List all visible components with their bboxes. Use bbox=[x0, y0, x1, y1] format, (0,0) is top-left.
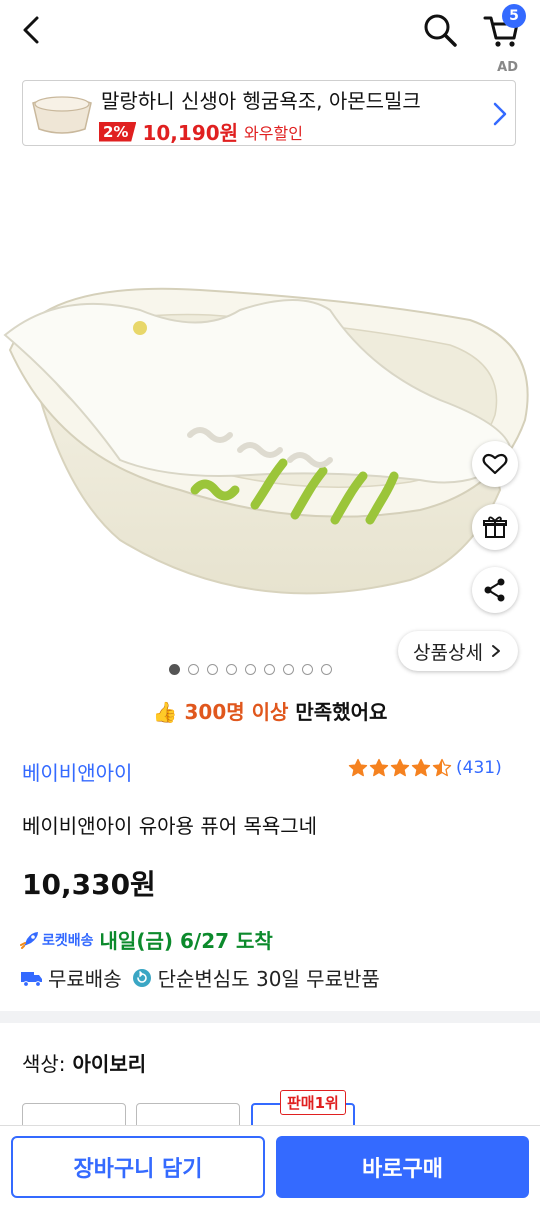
best-seller-badge: 판매1위 bbox=[280, 1090, 346, 1115]
chevron-right-icon bbox=[491, 645, 500, 657]
product-detail-label: 상품상세 bbox=[413, 641, 483, 664]
search-button[interactable] bbox=[420, 10, 460, 50]
pagination-dot[interactable] bbox=[302, 664, 313, 675]
ad-deal-label: 와우할인 bbox=[244, 123, 303, 143]
star-icon bbox=[369, 758, 389, 777]
product-name: 베이비앤아이 유아용 퓨어 목욕그네 bbox=[22, 814, 318, 838]
review-count: (431) bbox=[456, 758, 502, 778]
ad-discount-badge: 2% bbox=[99, 121, 137, 142]
pagination-dot[interactable] bbox=[264, 664, 275, 675]
rating-summary[interactable]: (431) bbox=[348, 758, 502, 778]
product-price: 10,330원 bbox=[22, 868, 156, 901]
cart-button[interactable]: 5 bbox=[482, 4, 526, 50]
rocket-icon bbox=[20, 931, 38, 949]
ad-banner[interactable]: 말랑하니 신생아 헹굼욕조, 아몬드밀크 2% 10,190원 와우할인 bbox=[22, 80, 516, 146]
option-label: 색상: 아이보리 bbox=[22, 1048, 146, 1077]
star-icon bbox=[432, 758, 452, 777]
ad-thumbnail bbox=[29, 89, 95, 139]
add-to-cart-button[interactable]: 장바구니 담기 bbox=[11, 1136, 265, 1198]
gift-button[interactable] bbox=[472, 504, 518, 550]
product-image[interactable] bbox=[0, 160, 540, 660]
chevron-right-icon bbox=[493, 102, 507, 126]
free-shipping-label: 무료배송 bbox=[48, 967, 122, 991]
delivery-eta: 내일(금) 6/27 도착 bbox=[99, 929, 273, 953]
pagination-dot[interactable] bbox=[169, 664, 180, 675]
pagination-dot[interactable] bbox=[226, 664, 237, 675]
star-icon bbox=[411, 758, 431, 777]
heart-icon bbox=[482, 453, 508, 475]
ad-label: AD bbox=[497, 60, 518, 75]
product-detail-button[interactable]: 상품상세 bbox=[398, 631, 518, 671]
rocket-delivery-label: 로켓배송 bbox=[42, 932, 94, 949]
pagination-dot[interactable] bbox=[188, 664, 199, 675]
ad-price-row: 2% 10,190원 와우할인 bbox=[99, 117, 303, 146]
option-selected-value: 아이보리 bbox=[72, 1052, 147, 1076]
pagination-dot[interactable] bbox=[207, 664, 218, 675]
cart-count-badge: 5 bbox=[502, 4, 526, 28]
shipping-info-row: 무료배송 단순변심도 30일 무료반품 bbox=[20, 963, 380, 992]
star-icon bbox=[390, 758, 410, 777]
rocket-delivery-row: 로켓배송 내일(금) 6/27 도착 bbox=[20, 925, 273, 954]
back-button[interactable] bbox=[14, 12, 50, 48]
satisfaction-text: 만족했어요 bbox=[288, 700, 388, 724]
ad-title: 말랑하니 신생아 헹굼욕조, 아몬드밀크 bbox=[101, 89, 421, 113]
pagination-dot[interactable] bbox=[321, 664, 332, 675]
image-pagination[interactable] bbox=[169, 664, 332, 675]
pagination-dot[interactable] bbox=[245, 664, 256, 675]
rating-stars bbox=[348, 758, 452, 778]
option-key: 색상: bbox=[22, 1052, 66, 1076]
gift-icon bbox=[483, 516, 507, 538]
return-icon bbox=[132, 968, 151, 987]
brand-link[interactable]: 베이비앤아이 bbox=[22, 757, 132, 786]
chevron-left-icon bbox=[23, 16, 39, 44]
share-button[interactable] bbox=[472, 567, 518, 613]
return-policy-label: 단순변심도 30일 무료반품 bbox=[157, 967, 380, 991]
pagination-dot[interactable] bbox=[283, 664, 294, 675]
search-icon bbox=[424, 14, 457, 47]
satisfaction-highlight: 300명 이상 bbox=[184, 700, 289, 724]
star-icon bbox=[348, 758, 368, 777]
satisfaction-banner: 👍 300명 이상 만족했어요 bbox=[0, 696, 540, 725]
truck-icon bbox=[21, 971, 42, 987]
section-divider bbox=[0, 1011, 540, 1023]
thumbs-up-icon: 👍 bbox=[152, 700, 178, 724]
ad-price: 10,190원 bbox=[142, 121, 239, 145]
share-icon bbox=[484, 578, 505, 602]
buy-now-button[interactable]: 바로구매 bbox=[276, 1136, 529, 1198]
wishlist-button[interactable] bbox=[472, 441, 518, 487]
